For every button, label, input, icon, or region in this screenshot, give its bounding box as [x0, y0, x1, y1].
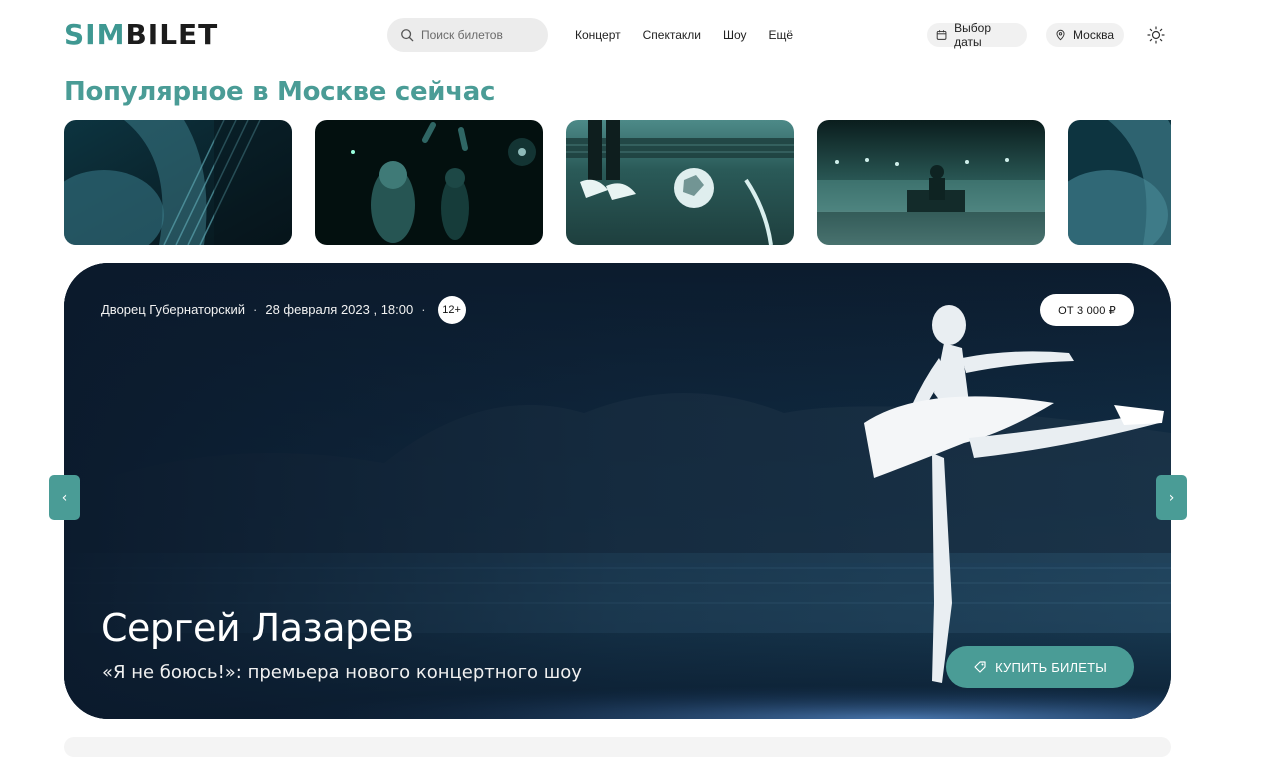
section-title: Популярное в Москве сейчас — [64, 77, 496, 107]
site-logo[interactable]: SIMBILET — [64, 18, 218, 52]
event-thumbnail-dj[interactable] — [817, 120, 1045, 245]
location-pin-icon — [1056, 29, 1065, 41]
sun-icon[interactable] — [1147, 26, 1165, 44]
event-title[interactable]: Сергей Лазарев — [101, 605, 414, 651]
carousel-prev-button[interactable]: ‹ — [49, 475, 80, 520]
buy-tickets-button[interactable]: КУПИТЬ БИЛЕТЫ — [946, 646, 1134, 688]
dj-stage-image — [817, 120, 1045, 245]
ticket-icon — [974, 661, 986, 673]
event-thumbnail-guitar-2[interactable] — [1068, 120, 1171, 245]
carousel-next-button[interactable]: › — [1156, 475, 1187, 520]
date-time-label: 28 февраля 2023 , 18:00 — [265, 302, 414, 317]
event-thumbnail-guitar[interactable] — [64, 120, 292, 245]
popular-carousel — [64, 120, 1171, 245]
price-badge: ОТ 3 000 ₽ — [1040, 294, 1134, 326]
nav-plays[interactable]: Спектакли — [643, 27, 701, 43]
event-subtitle: «Я не боюсь!»: премьера нового концертно… — [102, 662, 582, 683]
venue-label: Дворец Губернаторский — [101, 302, 245, 317]
nav-more[interactable]: Ещё — [769, 27, 794, 43]
buy-tickets-label: КУПИТЬ БИЛЕТЫ — [995, 659, 1107, 675]
football-image — [566, 120, 794, 245]
date-picker-button[interactable]: Выбор даты — [927, 21, 1027, 49]
hero-banner[interactable]: Дворец Губернаторский · 28 февраля 2023 … — [64, 263, 1171, 719]
guitar-image — [1068, 120, 1171, 245]
event-thumbnail-football[interactable] — [566, 120, 794, 245]
search-box[interactable] — [387, 18, 548, 52]
chevron-left-icon: ‹ — [61, 489, 68, 506]
nav-concert[interactable]: Концерт — [575, 27, 621, 43]
city-selector[interactable]: Москва — [1046, 23, 1124, 47]
city-label: Москва — [1073, 28, 1114, 42]
site-header: SIMBILET Концерт Спектакли Шоу Ещё Выбор… — [0, 0, 1280, 72]
concert-crowd-image — [315, 120, 543, 245]
next-section-card — [64, 737, 1171, 757]
event-meta: Дворец Губернаторский · 28 февраля 2023 … — [101, 296, 466, 324]
calendar-icon — [936, 30, 947, 40]
chevron-right-icon: › — [1168, 489, 1175, 506]
guitar-image — [64, 120, 292, 245]
event-thumbnail-crowd[interactable] — [315, 120, 543, 245]
search-input[interactable] — [421, 28, 531, 42]
search-icon — [401, 29, 414, 42]
nav-show[interactable]: Шоу — [723, 27, 747, 43]
separator-dot: · — [253, 302, 258, 317]
date-picker-label: Выбор даты — [954, 21, 991, 49]
main-nav: Концерт Спектакли Шоу Ещё — [575, 27, 793, 43]
separator-dot: · — [421, 302, 426, 317]
age-rating-badge: 12+ — [437, 296, 466, 324]
